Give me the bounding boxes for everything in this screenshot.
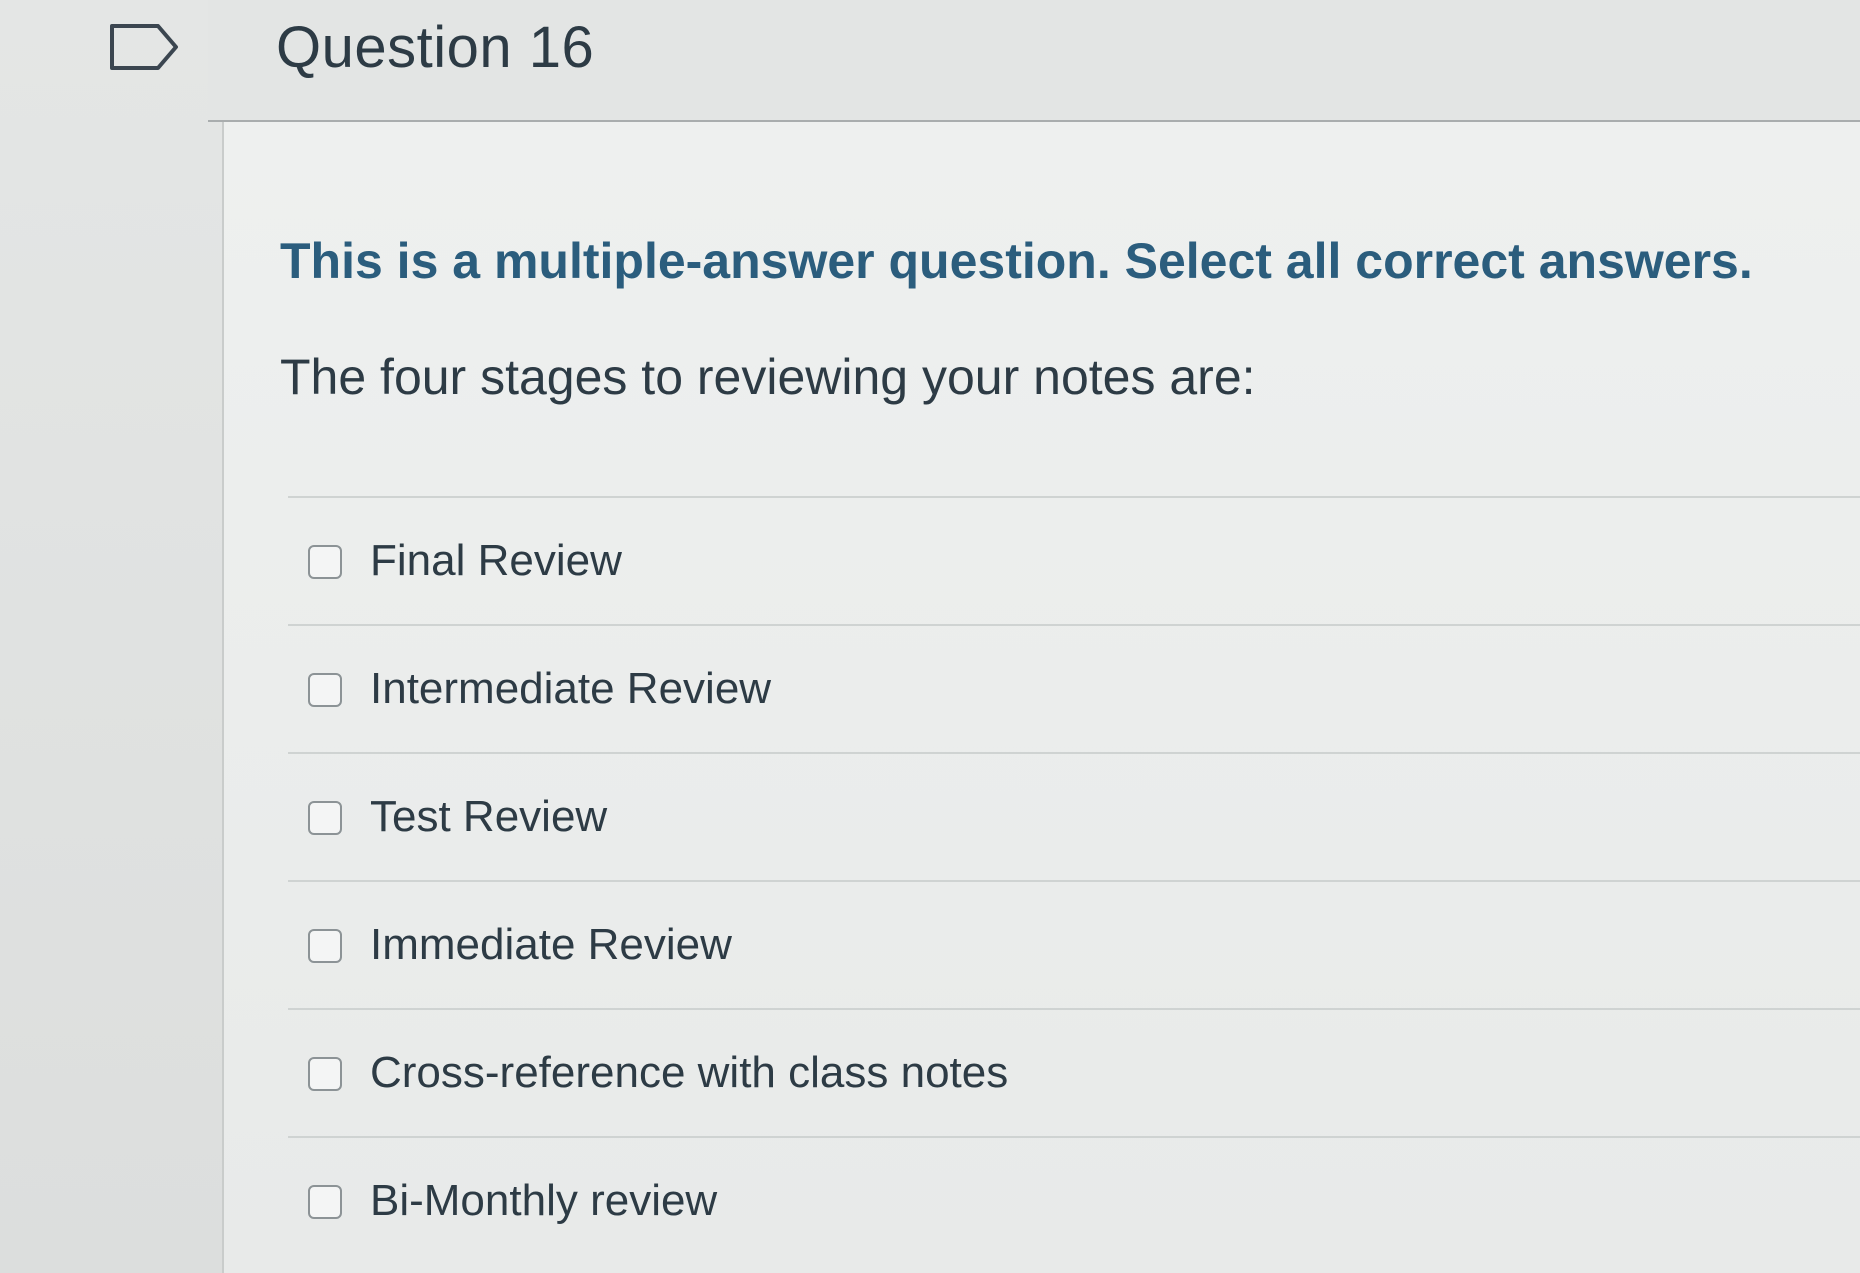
answer-checkbox[interactable] xyxy=(308,929,342,963)
flag-question-icon[interactable] xyxy=(108,22,180,72)
answer-list: Final Review Intermediate Review Test Re… xyxy=(288,496,1860,1264)
answer-checkbox[interactable] xyxy=(308,673,342,707)
answer-checkbox[interactable] xyxy=(308,545,342,579)
answer-option[interactable]: Cross-reference with class notes xyxy=(288,1010,1860,1138)
answer-label[interactable]: Cross-reference with class notes xyxy=(370,1048,1008,1098)
answer-option[interactable]: Final Review xyxy=(288,498,1860,626)
answer-checkbox[interactable] xyxy=(308,1185,342,1219)
answer-label[interactable]: Intermediate Review xyxy=(370,664,771,714)
answer-label[interactable]: Test Review xyxy=(370,792,607,842)
answer-checkbox[interactable] xyxy=(308,1057,342,1091)
answer-label[interactable]: Bi-Monthly review xyxy=(370,1176,717,1226)
answer-label[interactable]: Final Review xyxy=(370,536,622,586)
answer-checkbox[interactable] xyxy=(308,801,342,835)
answer-label[interactable]: Immediate Review xyxy=(370,920,732,970)
question-instruction: This is a multiple-answer question. Sele… xyxy=(280,233,1753,289)
question-body: This is a multiple-answer question. Sele… xyxy=(224,122,1860,1273)
answer-option[interactable]: Immediate Review xyxy=(288,882,1860,1010)
answer-option[interactable]: Bi-Monthly review xyxy=(288,1138,1860,1264)
answer-option[interactable]: Test Review xyxy=(288,754,1860,882)
question-title: Question 16 xyxy=(276,15,595,80)
question-header: Question 16 xyxy=(208,0,1860,122)
left-gutter xyxy=(0,0,224,1273)
question-prompt: The four stages to reviewing your notes … xyxy=(280,349,1256,405)
answer-option[interactable]: Intermediate Review xyxy=(288,626,1860,754)
